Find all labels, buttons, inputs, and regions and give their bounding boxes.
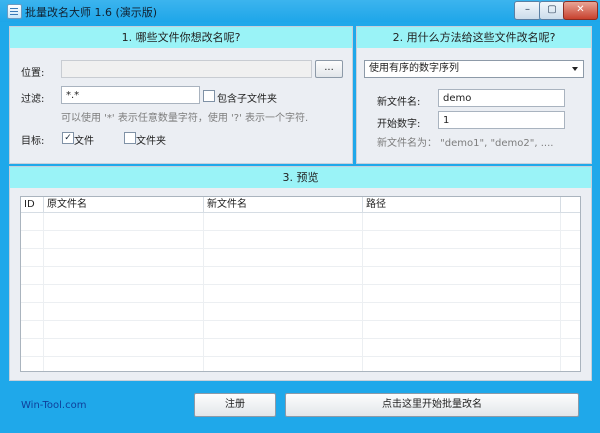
new-name-input[interactable] xyxy=(438,89,565,107)
preview-table[interactable]: ID 原文件名 新文件名 路径 xyxy=(20,196,581,372)
method-selected-value: 使用有序的数字序列 xyxy=(369,63,459,74)
filter-hint: 可以使用 '*' 表示任意数量字符，使用 '?' 表示一个字符. xyxy=(61,113,309,124)
section3-header: 3. 预览 xyxy=(10,167,591,188)
app-icon xyxy=(7,4,22,19)
location-label: 位置: xyxy=(21,68,45,79)
title-bar[interactable]: 批量改名大师 1.6 (演示版) – ▢ ✕ xyxy=(0,0,600,22)
check-icon: ✓ xyxy=(64,133,72,143)
website-link[interactable]: Win-Tool.com xyxy=(21,400,86,411)
close-button[interactable]: ✕ xyxy=(563,1,598,20)
table-body xyxy=(21,213,580,371)
column-header-path[interactable]: 路径 xyxy=(363,197,561,212)
location-input[interactable] xyxy=(61,60,312,78)
files-label: 文件 xyxy=(74,136,94,147)
section2-header: 2. 用什么方法给这些文件改名呢? xyxy=(357,27,591,48)
column-header-id[interactable]: ID xyxy=(21,197,44,212)
dropdown-arrow-icon xyxy=(572,67,578,71)
folders-checkbox[interactable] xyxy=(124,132,136,144)
register-label: 注册 xyxy=(225,399,245,410)
close-icon: ✕ xyxy=(576,4,585,15)
minimize-icon: – xyxy=(525,4,530,15)
files-checkbox[interactable]: ✓ xyxy=(62,132,74,144)
files-panel: 1. 哪些文件你想改名呢? 位置: ... 过滤: 包含子文件夹 可以使用 '*… xyxy=(9,26,353,164)
window-title: 批量改名大师 1.6 (演示版) xyxy=(25,6,158,19)
maximize-button[interactable]: ▢ xyxy=(539,1,565,20)
rename-example: 新文件名为： "demo1", "demo2", .... xyxy=(377,138,554,149)
method-select[interactable]: 使用有序的数字序列 xyxy=(364,60,584,78)
include-subfolders-label: 包含子文件夹 xyxy=(217,94,277,105)
start-number-input[interactable] xyxy=(438,111,565,129)
folders-label: 文件夹 xyxy=(136,136,166,147)
register-button[interactable]: 注册 xyxy=(194,393,276,417)
table-header: ID 原文件名 新文件名 路径 xyxy=(21,197,580,213)
browse-label: ... xyxy=(324,62,334,73)
minimize-button[interactable]: – xyxy=(514,1,541,20)
column-header-new-name[interactable]: 新文件名 xyxy=(204,197,363,212)
maximize-icon: ▢ xyxy=(547,4,557,15)
new-name-label: 新文件名: xyxy=(377,97,421,108)
filter-input[interactable] xyxy=(61,86,200,104)
column-divider xyxy=(203,213,204,371)
column-divider xyxy=(43,213,44,371)
start-rename-label: 点击这里开始批量改名 xyxy=(382,399,482,410)
target-label: 目标: xyxy=(21,136,45,147)
start-rename-button[interactable]: 点击这里开始批量改名 xyxy=(285,393,579,417)
filter-label: 过滤: xyxy=(21,94,45,105)
column-header-original-name[interactable]: 原文件名 xyxy=(44,197,204,212)
start-number-label: 开始数字: xyxy=(377,119,421,130)
column-divider xyxy=(362,213,363,371)
column-divider xyxy=(560,213,561,371)
method-panel: 2. 用什么方法给这些文件改名呢? 使用有序的数字序列 新文件名: 开始数字: … xyxy=(356,26,592,164)
include-subfolders-checkbox[interactable] xyxy=(203,90,215,102)
section1-header: 1. 哪些文件你想改名呢? xyxy=(10,27,352,48)
browse-button[interactable]: ... xyxy=(315,60,343,78)
